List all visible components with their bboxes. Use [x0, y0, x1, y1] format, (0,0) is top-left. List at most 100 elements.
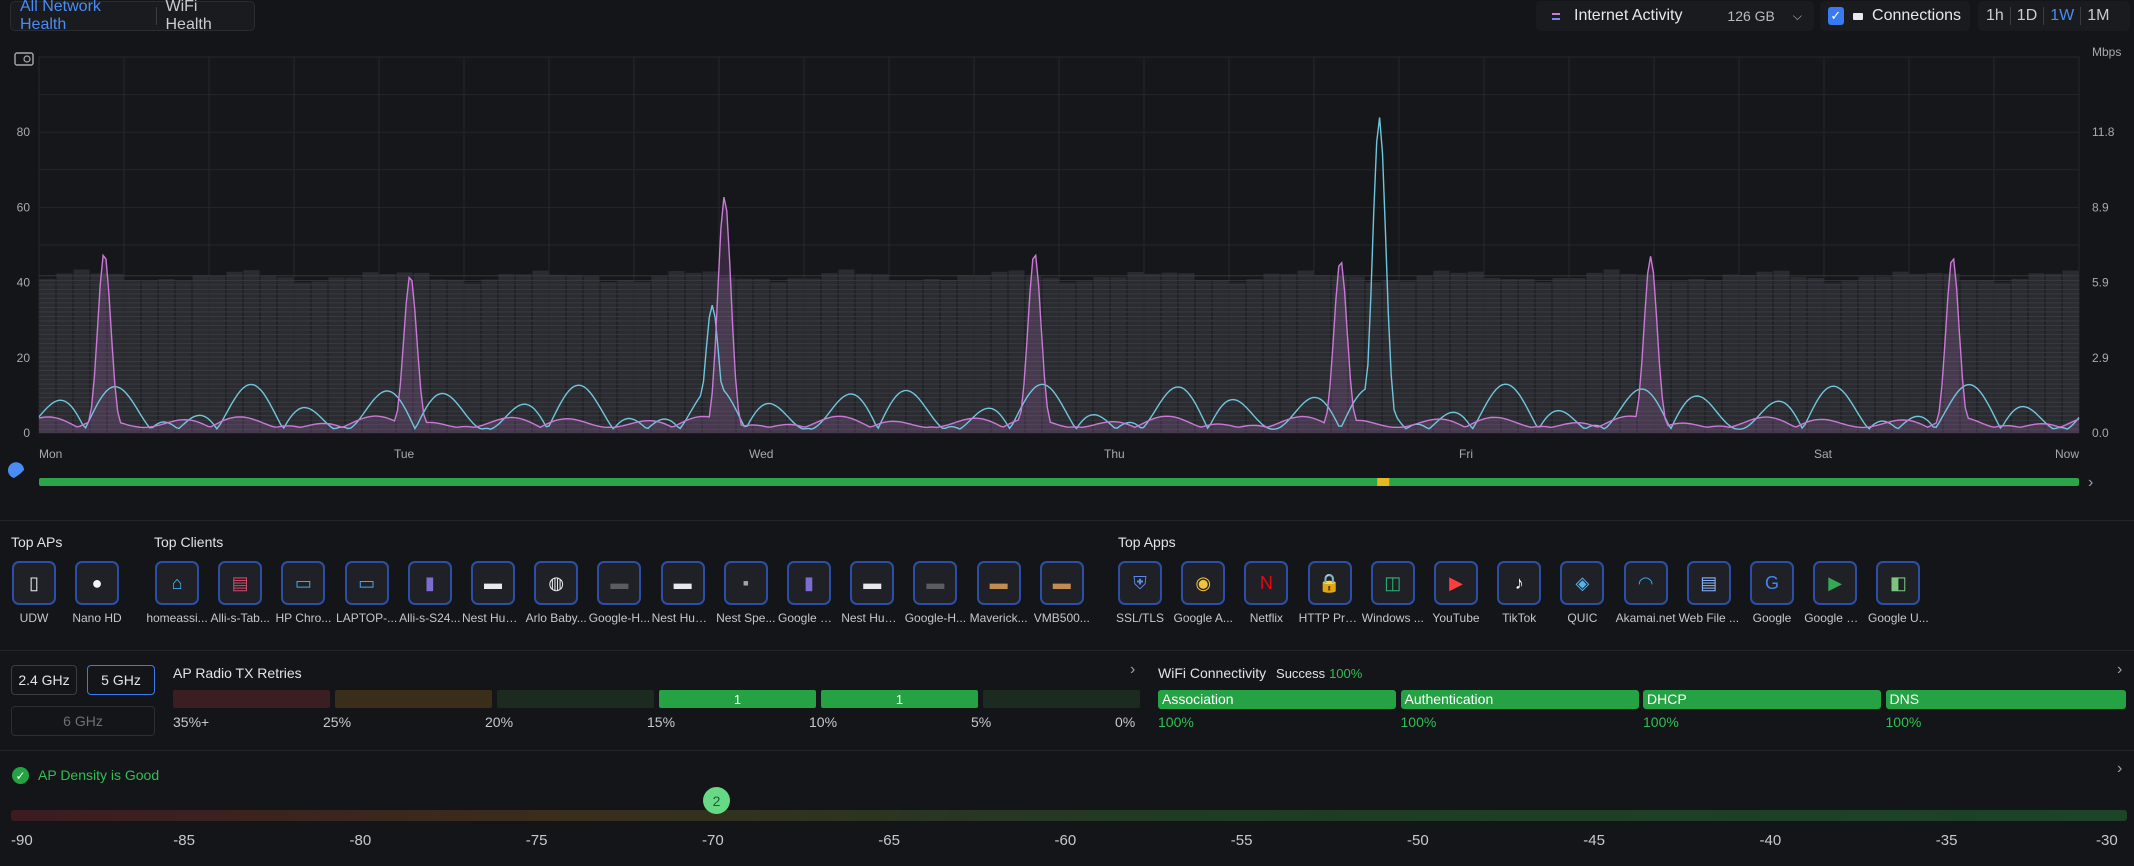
activity-label: Internet Activity — [1574, 7, 1683, 24]
top-apps-title: Top Apps — [1118, 534, 1176, 550]
client-item[interactable]: ⌂ homeassi... — [146, 561, 208, 625]
ap-density-label: AP Density is Good — [38, 767, 160, 783]
app-item[interactable]: ⛨ SSL/TLS — [1109, 561, 1171, 625]
client-item[interactable]: ▬ VMB500... — [1031, 561, 1093, 625]
connections-bar — [1501, 278, 1518, 433]
status-timeline[interactable] — [39, 478, 2079, 486]
checkbox-icon[interactable]: ✓ — [1828, 7, 1844, 25]
tab-wifi-health[interactable]: WiFi Health — [157, 0, 255, 34]
range-1w[interactable]: 1W — [2044, 7, 2080, 25]
connections-bar — [2045, 273, 2062, 433]
band-2-4ghz-button[interactable]: 2.4 GHz — [11, 665, 77, 695]
retry-bucket[interactable] — [983, 690, 1140, 708]
timeline-chevron-icon[interactable]: › — [2088, 474, 2093, 491]
connections-bar — [583, 276, 600, 433]
client-item[interactable]: ◍ Arlo Baby... — [525, 561, 587, 625]
chart-settings-icon[interactable] — [14, 52, 34, 66]
wifi-step-bar[interactable]: Authentication — [1400, 690, 1639, 709]
client-item[interactable]: ▬ Google-H... — [904, 561, 966, 625]
band-5ghz-button[interactable]: 5 GHz — [87, 665, 155, 695]
app-item[interactable]: ▤ Web File ... — [1678, 561, 1740, 625]
x-axis: Mon Tue Wed Thu Fri Sat Now — [39, 447, 2079, 461]
retry-bucket[interactable]: 1 — [659, 690, 816, 708]
windows-icon: ◫ — [1370, 561, 1415, 605]
client-item[interactable]: ▤ Alli-s-Tab... — [209, 561, 271, 625]
connections-bar — [1994, 283, 2011, 433]
retry-bucket[interactable] — [335, 690, 492, 708]
app-item[interactable]: ▶ Google Pl... — [1804, 561, 1866, 625]
ap-item[interactable]: ▯ UDW — [3, 561, 65, 625]
range-1m[interactable]: 1M — [2081, 7, 2115, 25]
client-item[interactable]: ▬ Nest Hub ... — [841, 561, 903, 625]
retry-bucket[interactable] — [173, 690, 330, 708]
tab-all-network-health[interactable]: All Network Health — [11, 0, 156, 34]
app-item[interactable]: N Netflix — [1235, 561, 1297, 625]
right-axis-tick: 11.8 — [2092, 125, 2115, 139]
connections-bar — [1297, 270, 1314, 433]
connections-bar — [192, 275, 209, 433]
client-item[interactable]: ▭ LAPTOP-... — [336, 561, 398, 625]
app-item[interactable]: ▶ YouTube — [1425, 561, 1487, 625]
retry-threshold-label: 25% — [323, 714, 352, 730]
connections-bar — [770, 282, 787, 433]
app-item[interactable]: ♪ TikTok — [1488, 561, 1550, 625]
density-chevron-icon[interactable]: › — [2117, 760, 2122, 778]
app-label: Windows ... — [1361, 611, 1424, 625]
client-item[interactable]: ▬ Google-H... — [588, 561, 650, 625]
client-item[interactable]: ▬ Nest Hub ... — [462, 561, 524, 625]
app-item[interactable]: ◠ Akamai.net — [1615, 561, 1677, 625]
client-label: Alli-s-S24... — [399, 611, 461, 625]
app-item[interactable]: ◧ Google U... — [1867, 561, 1929, 625]
ap-label: UDW — [19, 611, 49, 625]
left-axis-tick: 20 — [17, 351, 31, 365]
network-activity-chart[interactable]: 0 20 40 60 80 0.0 2.9 5.9 8.9 11.8 Mon Tue Wed Thu F… — [0, 36, 2134, 496]
internet-activity-select[interactable]: Internet Activity 126 GB ⌵ — [1536, 1, 1814, 31]
client-item[interactable]: ▭ HP Chro... — [272, 561, 334, 625]
app-item[interactable]: ◫ Windows ... — [1362, 561, 1424, 625]
x-axis-tick: Sat — [1814, 447, 1833, 461]
app-item[interactable]: ◈ QUIC — [1551, 561, 1613, 625]
connections-toggle[interactable]: ✓ Connections — [1820, 1, 1970, 31]
density-marker[interactable]: 2 — [703, 787, 730, 814]
client-label: LAPTOP-... — [336, 611, 398, 625]
wifi-step-bar[interactable]: DNS — [1885, 690, 2126, 709]
wifi-step-value: 100% — [1158, 714, 1194, 730]
client-item[interactable]: ▬ Nest Hub ... — [652, 561, 714, 625]
app-item[interactable]: ◉ Google A... — [1172, 561, 1234, 625]
wifi-chevron-icon[interactable]: › — [2117, 661, 2122, 679]
x-axis-tick: Mon — [39, 447, 62, 461]
connections-bar — [1484, 277, 1501, 433]
wifi-step-bar[interactable]: DHCP — [1643, 690, 1881, 709]
retries-chevron-icon[interactable]: › — [1130, 661, 1135, 679]
ap-item[interactable]: ● Nano HD — [66, 561, 128, 625]
retry-bucket[interactable]: 1 — [821, 690, 978, 708]
connections-bar — [1909, 273, 1926, 433]
retry-bucket[interactable] — [497, 690, 654, 708]
udw-device-icon: ▯ — [12, 561, 56, 605]
client-item[interactable]: ▪ Nest Spe... — [715, 561, 777, 625]
connections-bar — [158, 279, 175, 433]
client-label: Nest Hub ... — [841, 611, 904, 625]
range-1d[interactable]: 1D — [2011, 7, 2043, 25]
status-warning-segment[interactable] — [1377, 478, 1390, 486]
band-6ghz-button[interactable]: 6 GHz — [11, 706, 155, 736]
top-aps-title: Top APs — [11, 534, 63, 550]
connections-bar — [1263, 273, 1280, 433]
client-item[interactable]: ▬ Maverick... — [968, 561, 1030, 625]
laptop-icon: ▭ — [281, 561, 326, 605]
app-item[interactable]: 🔒 HTTP Pro... — [1299, 561, 1361, 625]
range-1h[interactable]: 1h — [1978, 7, 2010, 25]
client-item[interactable]: ▮ Alli-s-S24... — [399, 561, 461, 625]
connections-legend-icon — [1852, 12, 1864, 20]
app-label: Akamai.net — [1615, 611, 1676, 625]
wifi-step-bar[interactable]: Association — [1158, 690, 1396, 709]
app-item[interactable]: G Google — [1741, 561, 1803, 625]
app-label: Google Pl... — [1804, 611, 1867, 625]
connections-bar — [1807, 277, 1824, 433]
connections-label: Connections — [1872, 7, 1961, 24]
akamai-icon: ◠ — [1623, 561, 1668, 605]
retries-title: AP Radio TX Retries — [173, 665, 302, 681]
app-label: Google A... — [1173, 611, 1233, 625]
client-item[interactable]: ▮ Google Pi... — [778, 561, 840, 625]
density-tick-label: -60 — [1054, 832, 1077, 849]
